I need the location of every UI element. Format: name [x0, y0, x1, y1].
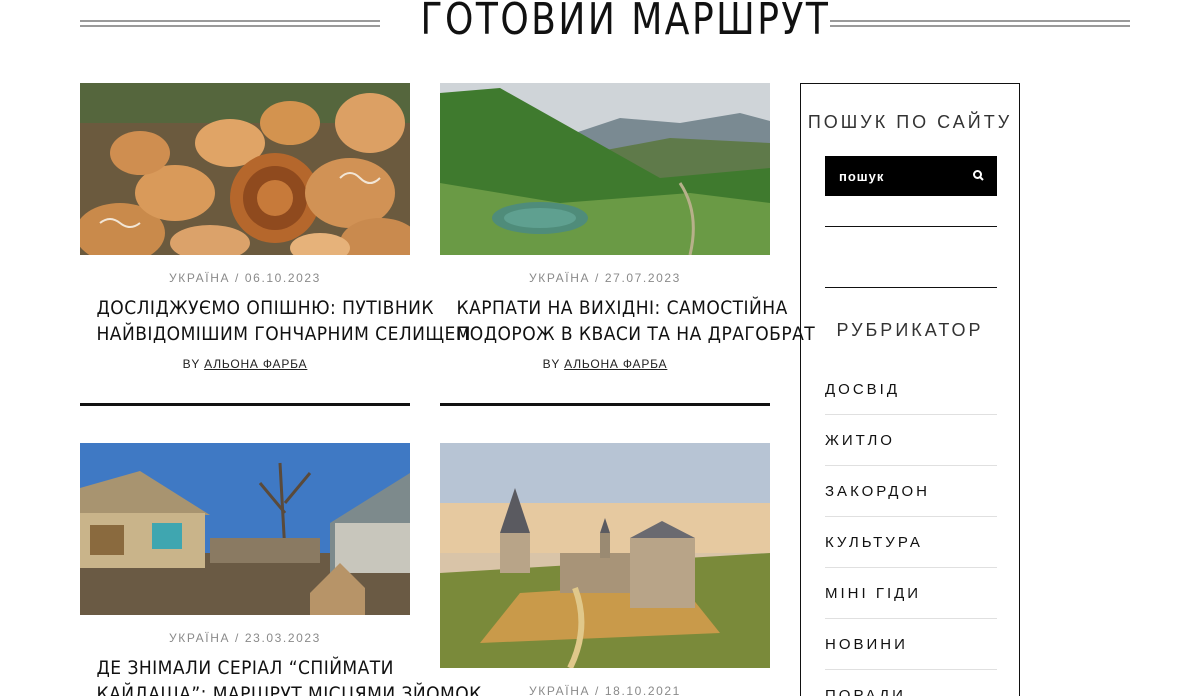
- search-box: [825, 156, 997, 196]
- category-item[interactable]: ЖИТЛО: [825, 415, 997, 466]
- post-title-line-1[interactable]: ДЕ ЗНІМАЛИ СЕРІАЛ “СПІЙМАТИ: [97, 655, 394, 681]
- category-item[interactable]: НОВИНИ: [825, 619, 997, 670]
- category-item[interactable]: КУЛЬТУРА: [825, 517, 997, 568]
- rubric-widget-title: РУБРИКАТОР: [836, 320, 984, 340]
- sidebar-divider: [825, 226, 997, 227]
- post-byline: BY АЛЬОНА ФАРБА: [80, 357, 410, 371]
- header-rule-right: [830, 20, 1130, 27]
- post-category[interactable]: УКРАЇНА: [169, 631, 230, 645]
- post-card-castle: УКРАЇНА / 18.10.2021: [440, 443, 770, 696]
- section-header: ГОТОВИЙ МАРШРУТ: [80, 0, 1130, 56]
- page: ГОТОВИЙ МАРШРУТ УКРАЇНА / 06.10.2023 ДОС…: [0, 0, 1196, 696]
- post-thumbnail-village[interactable]: [80, 443, 410, 615]
- sidebar: ПОШУК ПО САЙТУ РУБРИКАТОР ДОСВІД ЖИТЛО З…: [800, 83, 1020, 696]
- post-card-carpathians: УКРАЇНА / 27.07.2023 КАРПАТИ НА ВИХІДНІ:…: [440, 83, 815, 406]
- search-widget-title: ПОШУК ПО САЙТУ: [807, 112, 1013, 132]
- post-title[interactable]: ДЕ ЗНІМАЛИ СЕРІАЛ “СПІЙМАТИ КАЙДАША”: МА…: [97, 655, 482, 696]
- search-input[interactable]: [825, 167, 971, 185]
- post-thumbnail-pottery[interactable]: [80, 83, 410, 255]
- post-meta: УКРАЇНА / 18.10.2021: [440, 684, 770, 696]
- section-title: ГОТОВИЙ МАРШРУТ: [420, 0, 831, 45]
- post-category[interactable]: УКРАЇНА: [529, 684, 590, 696]
- post-category[interactable]: УКРАЇНА: [529, 271, 590, 285]
- post-thumbnail-mountains[interactable]: [440, 83, 770, 255]
- post-title-line-2[interactable]: НАЙВІДОМІШИМ ГОНЧАРНИМ СЕЛИЩЕМ: [97, 321, 471, 347]
- meta-separator: /: [595, 271, 605, 285]
- byline-prefix: BY: [542, 357, 561, 371]
- post-author-link[interactable]: АЛЬОНА ФАРБА: [564, 357, 667, 371]
- post-author-link[interactable]: АЛЬОНА ФАРБА: [204, 357, 307, 371]
- post-date: 27.07.2023: [604, 271, 681, 285]
- category-item[interactable]: МІНІ ГІДИ: [825, 568, 997, 619]
- category-item[interactable]: ПОРАДИ: [825, 670, 997, 696]
- category-item[interactable]: ДОСВІД: [825, 364, 997, 415]
- header-rule-left: [80, 20, 380, 27]
- post-title-line-2[interactable]: КАЙДАША”: МАРШРУТ МІСЦЯМИ ЗЙОМОК: [97, 681, 482, 696]
- category-list: ДОСВІД ЖИТЛО ЗАКОРДОН КУЛЬТУРА МІНІ ГІДИ…: [825, 364, 997, 696]
- post-meta: УКРАЇНА / 06.10.2023: [80, 271, 410, 285]
- category-item[interactable]: ЗАКОРДОН: [825, 466, 997, 517]
- meta-separator: /: [595, 684, 605, 696]
- post-date: 23.03.2023: [244, 631, 321, 645]
- post-divider: [440, 403, 770, 406]
- sidebar-divider: [825, 287, 997, 288]
- post-title[interactable]: ДОСЛІДЖУЄМО ОПІШНЮ: ПУТІВНИК НАЙВІДОМІШИ…: [97, 295, 471, 347]
- meta-separator: /: [235, 271, 245, 285]
- post-category[interactable]: УКРАЇНА: [169, 271, 230, 285]
- post-title-line-2[interactable]: ПОДОРОЖ В КВАСИ ТА НА ДРАГОБРАТ: [457, 321, 815, 347]
- post-thumbnail-castle[interactable]: [440, 443, 770, 668]
- post-title-line-1[interactable]: ДОСЛІДЖУЄМО ОПІШНЮ: ПУТІВНИК: [97, 295, 434, 321]
- post-date: 06.10.2023: [244, 271, 321, 285]
- post-byline: BY АЛЬОНА ФАРБА: [440, 357, 770, 371]
- byline-prefix: BY: [182, 357, 201, 371]
- post-divider: [80, 403, 410, 406]
- search-icon[interactable]: [971, 168, 987, 184]
- post-title-line-1[interactable]: КАРПАТИ НА ВИХІДНІ: САМОСТІЙНА: [457, 295, 788, 321]
- post-card-opishnia: УКРАЇНА / 06.10.2023 ДОСЛІДЖУЄМО ОПІШНЮ:…: [80, 83, 471, 406]
- post-card-kaidash: УКРАЇНА / 23.03.2023 ДЕ ЗНІМАЛИ СЕРІАЛ “…: [80, 443, 482, 696]
- post-meta: УКРАЇНА / 23.03.2023: [80, 631, 410, 645]
- post-date: 18.10.2021: [604, 684, 681, 696]
- post-meta: УКРАЇНА / 27.07.2023: [440, 271, 770, 285]
- post-title[interactable]: КАРПАТИ НА ВИХІДНІ: САМОСТІЙНА ПОДОРОЖ В…: [457, 295, 815, 347]
- meta-separator: /: [235, 631, 245, 645]
